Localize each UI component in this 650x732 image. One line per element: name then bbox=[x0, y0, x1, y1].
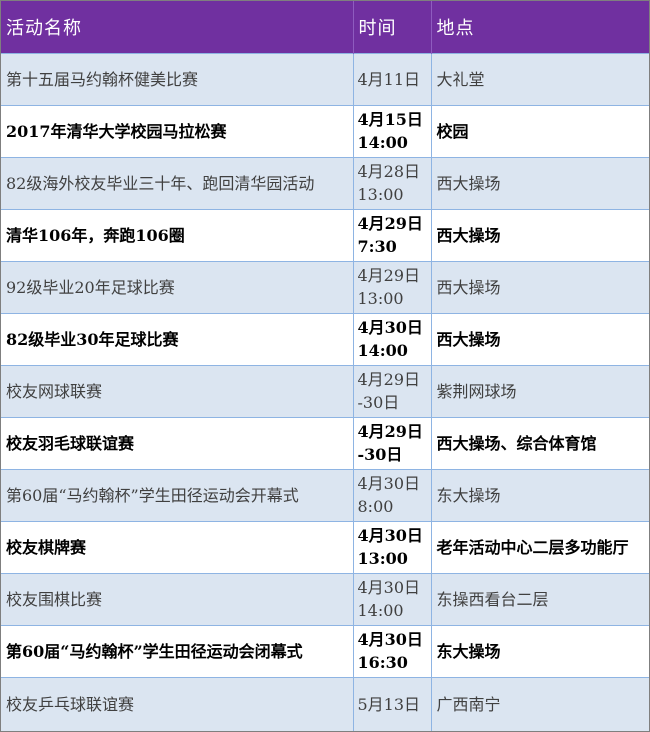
place-cell: 西大操场 bbox=[430, 260, 649, 313]
table-row: 92级毕业20年足球比赛 4月29日 13:00 西大操场 bbox=[1, 260, 649, 313]
header-activity-name: 活动名称 bbox=[1, 1, 353, 53]
time-cell: 4月11日 bbox=[352, 52, 431, 105]
place-cell: 校园 bbox=[430, 104, 649, 157]
place-cell: 西大操场 bbox=[430, 156, 649, 209]
time-cell: 4月30日 8:00 bbox=[352, 468, 431, 521]
table-row: 82级海外校友毕业三十年、跑回清华园活动 4月28日 13:00 西大操场 bbox=[1, 156, 649, 209]
schedule-table: 活动名称 时间 地点 第十五届马约翰杯健美比赛 4月11日 大礼堂 2017年清… bbox=[1, 1, 649, 731]
place-cell: 广西南宁 bbox=[430, 676, 649, 731]
table-row: 第十五届马约翰杯健美比赛 4月11日 大礼堂 bbox=[1, 52, 649, 105]
place-cell: 西大操场、综合体育馆 bbox=[430, 416, 649, 469]
table-row: 校友围棋比赛 4月30日 14:00 东操西看台二层 bbox=[1, 572, 649, 625]
time-cell: 5月13日 bbox=[352, 676, 431, 731]
table-row: 2017年清华大学校园马拉松赛 4月15日 14:00 校园 bbox=[1, 104, 649, 157]
table-row: 第60届“马约翰杯”学生田径运动会开幕式 4月30日 8:00 东大操场 bbox=[1, 468, 649, 521]
activity-name-cell: 校友羽毛球联谊赛 bbox=[1, 416, 353, 469]
table-row: 第60届“马约翰杯”学生田径运动会闭幕式 4月30日 16:30 东大操场 bbox=[1, 624, 649, 677]
activity-name-cell: 校友围棋比赛 bbox=[1, 572, 353, 625]
activity-name-cell: 第60届“马约翰杯”学生田径运动会闭幕式 bbox=[1, 624, 353, 677]
time-cell: 4月15日 14:00 bbox=[352, 104, 431, 157]
activity-name-cell: 清华106年，奔跑106圈 bbox=[1, 208, 353, 261]
time-cell: 4月30日 13:00 bbox=[352, 520, 431, 573]
time-cell: 4月28日 13:00 bbox=[352, 156, 431, 209]
activity-schedule: 活动名称 时间 地点 第十五届马约翰杯健美比赛 4月11日 大礼堂 2017年清… bbox=[0, 0, 650, 732]
activity-name-cell: 校友棋牌赛 bbox=[1, 520, 353, 573]
activity-name-cell: 校友乒乓球联谊赛 bbox=[1, 676, 353, 731]
place-cell: 东大操场 bbox=[430, 468, 649, 521]
place-cell: 东操西看台二层 bbox=[430, 572, 649, 625]
activity-name-cell: 2017年清华大学校园马拉松赛 bbox=[1, 104, 353, 157]
activity-name-cell: 第60届“马约翰杯”学生田径运动会开幕式 bbox=[1, 468, 353, 521]
time-cell: 4月29日 -30日 bbox=[352, 364, 431, 417]
activity-name-cell: 92级毕业20年足球比赛 bbox=[1, 260, 353, 313]
activity-name-cell: 校友网球联赛 bbox=[1, 364, 353, 417]
table-row: 校友棋牌赛 4月30日 13:00 老年活动中心二层多功能厅 bbox=[1, 520, 649, 573]
place-cell: 西大操场 bbox=[430, 208, 649, 261]
table-row: 校友乒乓球联谊赛 5月13日 广西南宁 bbox=[1, 676, 649, 731]
time-cell: 4月29日 -30日 bbox=[352, 416, 431, 469]
time-cell: 4月30日 14:00 bbox=[352, 572, 431, 625]
table-row: 清华106年，奔跑106圈 4月29日 7:30 西大操场 bbox=[1, 208, 649, 261]
time-cell: 4月30日 14:00 bbox=[352, 312, 431, 365]
activity-name-cell: 82级海外校友毕业三十年、跑回清华园活动 bbox=[1, 156, 353, 209]
activity-name-cell: 第十五届马约翰杯健美比赛 bbox=[1, 52, 353, 105]
time-cell: 4月29日 7:30 bbox=[352, 208, 431, 261]
table-header-row: 活动名称 时间 地点 bbox=[1, 1, 649, 53]
table-row: 82级毕业30年足球比赛 4月30日 14:00 西大操场 bbox=[1, 312, 649, 365]
table-row: 校友网球联赛 4月29日 -30日 紫荆网球场 bbox=[1, 364, 649, 417]
time-cell: 4月29日 13:00 bbox=[352, 260, 431, 313]
place-cell: 大礼堂 bbox=[430, 52, 649, 105]
table-row: 校友羽毛球联谊赛 4月29日 -30日 西大操场、综合体育馆 bbox=[1, 416, 649, 469]
place-cell: 紫荆网球场 bbox=[430, 364, 649, 417]
header-time: 时间 bbox=[352, 1, 431, 53]
activity-name-cell: 82级毕业30年足球比赛 bbox=[1, 312, 353, 365]
place-cell: 东大操场 bbox=[430, 624, 649, 677]
place-cell: 老年活动中心二层多功能厅 bbox=[430, 520, 649, 573]
header-place: 地点 bbox=[430, 1, 649, 53]
time-cell: 4月30日 16:30 bbox=[352, 624, 431, 677]
place-cell: 西大操场 bbox=[430, 312, 649, 365]
